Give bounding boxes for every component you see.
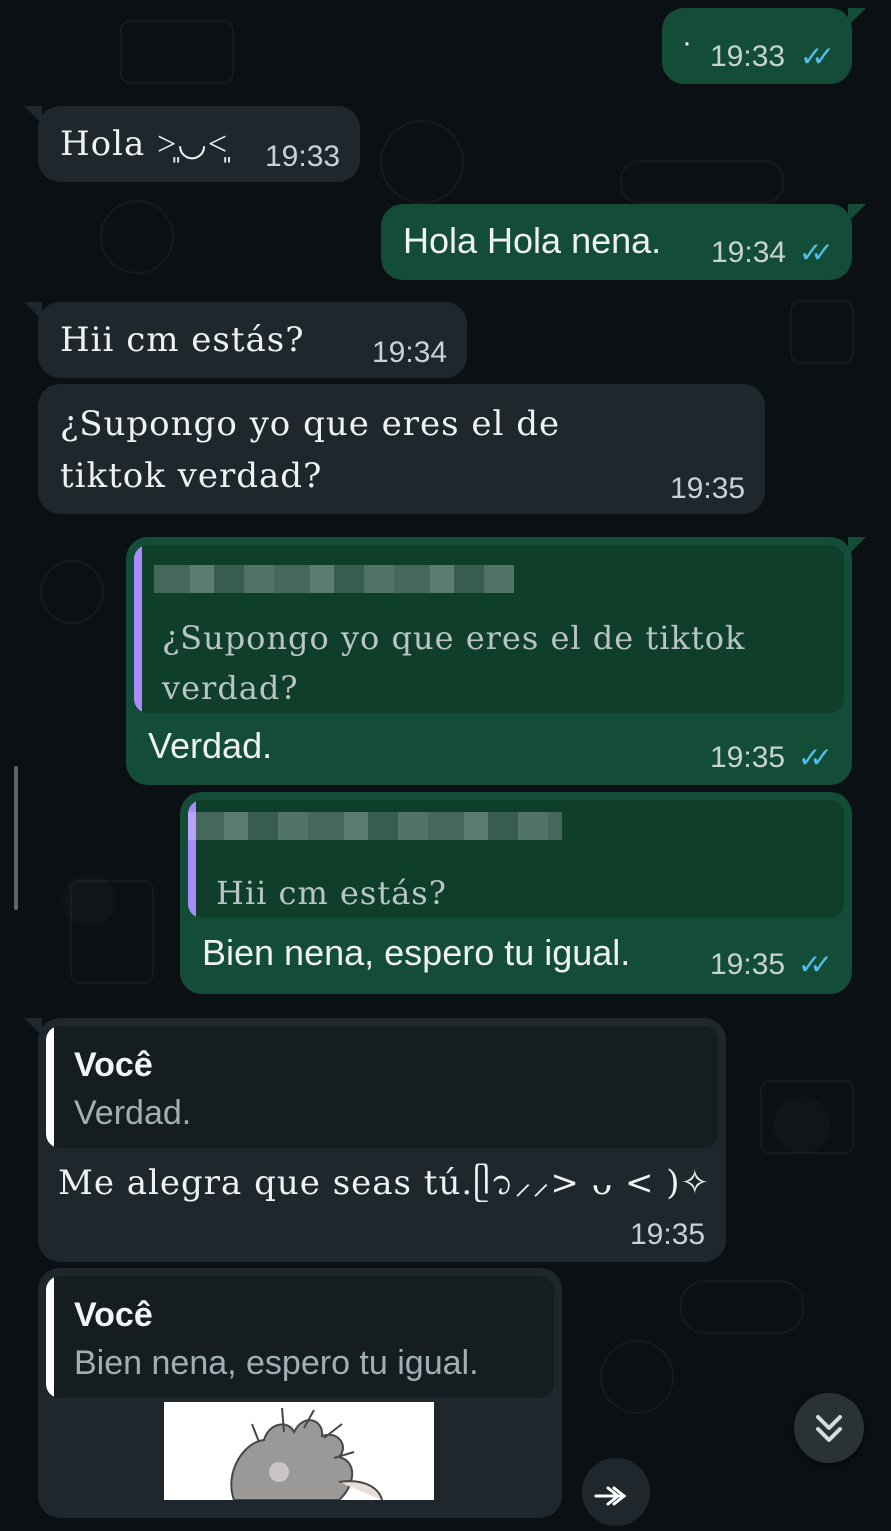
message-text: Bien nena, espero tu igual. xyxy=(202,932,631,973)
message-time: 19:35 xyxy=(710,741,786,774)
outgoing-reply-bubble[interactable]: Hii cm estás? Bien nena, espero tu igual… xyxy=(180,792,852,994)
wallpaper-doodle xyxy=(620,160,784,204)
message-time: 19:35 xyxy=(710,948,786,981)
message-time: 19:35 xyxy=(670,472,746,505)
wallpaper-doodle xyxy=(600,1340,674,1414)
double-check-icon: ✓✓ xyxy=(798,741,833,774)
quote-accent-bar xyxy=(46,1026,54,1148)
wallpaper-doodle xyxy=(380,120,464,204)
quoted-message[interactable]: ¿Supongo yo que eres el de tiktok verdad… xyxy=(134,545,844,713)
message-text: Hola ˃͈◡˂͈ xyxy=(60,124,229,164)
message-text-line-2: tiktok verdad? xyxy=(60,456,323,496)
wallpaper-doodle xyxy=(790,300,854,364)
message-time: 19:33 xyxy=(710,40,786,73)
quote-accent-bar xyxy=(134,545,142,713)
double-check-icon: ✓✓ xyxy=(799,236,834,269)
outgoing-reply-bubble[interactable]: ¿Supongo yo que eres el de tiktok verdad… xyxy=(126,537,866,785)
incoming-message-bubble[interactable]: Hii cm estás? 19:34 xyxy=(24,302,467,378)
wallpaper-doodle xyxy=(680,1280,804,1334)
quoted-message[interactable]: Você Bien nena, espero tu igual. xyxy=(46,1276,554,1398)
sticker-image[interactable] xyxy=(164,1402,434,1500)
forward-icon xyxy=(594,1486,627,1506)
quote-accent-bar xyxy=(46,1276,54,1398)
forward-button[interactable] xyxy=(582,1458,650,1526)
double-check-icon: ✓✓ xyxy=(798,948,833,981)
wallpaper-doodle xyxy=(120,20,234,84)
message-text: · xyxy=(682,26,692,59)
incoming-reply-bubble[interactable]: Você Verdad. Me alegra que seas tú.ᥫ᭡⸝⸝>… xyxy=(24,1018,726,1262)
quote-text: Verdad. xyxy=(74,1094,192,1132)
quote-text-line-2: verdad? xyxy=(162,669,299,707)
double-check-icon: ✓✓ xyxy=(800,40,835,73)
quote-author: Você xyxy=(74,1296,153,1334)
message-time: 19:33 xyxy=(265,140,341,173)
quote-author: Você xyxy=(74,1046,153,1084)
quoted-message[interactable]: Você Verdad. xyxy=(46,1026,718,1148)
incoming-message-bubble[interactable]: Hola ˃͈◡˂͈ 19:33 xyxy=(24,106,360,182)
quote-text-line-1: ¿Supongo yo que eres el de tiktok xyxy=(162,619,746,657)
message-text: Hola Hola nena. xyxy=(403,220,662,261)
blurred-quote-author xyxy=(154,565,514,593)
scrollbar-thumb[interactable] xyxy=(14,766,18,910)
message-text: Hii cm estás? xyxy=(60,320,305,360)
quote-text: Bien nena, espero tu igual. xyxy=(74,1344,479,1382)
wallpaper-doodle xyxy=(760,1080,854,1154)
wallpaper-doodle xyxy=(100,200,174,274)
message-text: Verdad. xyxy=(148,725,273,766)
wallpaper-doodle xyxy=(40,560,104,624)
outgoing-message-bubble[interactable]: · 19:33 ✓✓ xyxy=(662,8,866,84)
outgoing-message-bubble[interactable]: Hola Hola nena. 19:34 ✓✓ xyxy=(381,204,866,280)
double-chevron-down-icon xyxy=(816,1415,842,1442)
message-time: 19:34 xyxy=(711,236,787,269)
sticker-drawing xyxy=(230,1407,383,1500)
message-time: 19:34 xyxy=(372,336,448,369)
blurred-quote-author xyxy=(188,812,562,840)
wallpaper-doodle xyxy=(70,880,154,984)
quoted-message[interactable]: Hii cm estás? xyxy=(188,800,844,918)
quote-text: Hii cm estás? xyxy=(216,874,447,912)
incoming-message-bubble[interactable]: ¿Supongo yo que eres el de tiktok verdad… xyxy=(38,384,765,514)
message-text-line-1: ¿Supongo yo que eres el de xyxy=(60,404,561,444)
message-time: 19:35 xyxy=(630,1218,706,1251)
message-text: Me alegra que seas tú.ᥫ᭡⸝⸝> ᴗ < )✧ xyxy=(58,1163,711,1203)
scroll-to-bottom-button[interactable] xyxy=(794,1393,864,1463)
